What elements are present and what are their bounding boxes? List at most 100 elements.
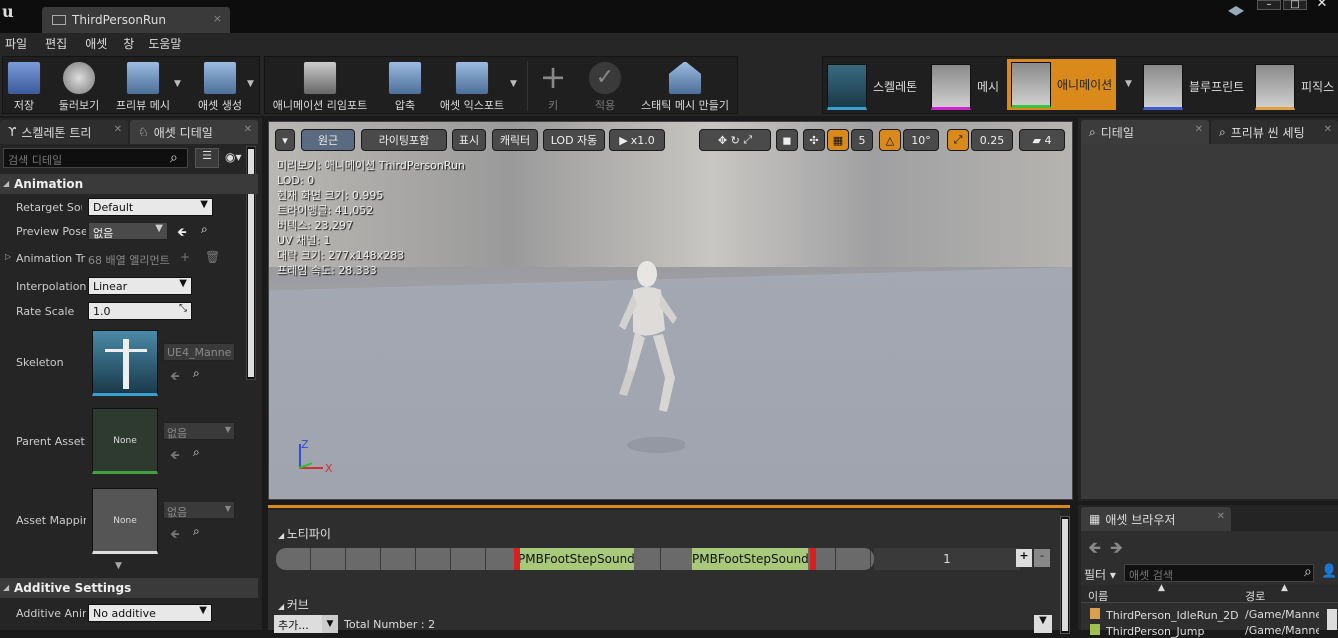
add-curve-button[interactable]: 추가... ▼ [274, 615, 338, 633]
compress-button[interactable]: 압축 [383, 57, 427, 115]
animation-mode-dropdown-icon[interactable]: ▼ [1125, 79, 1132, 89]
back-arrow-icon[interactable]: 🡸 [1088, 537, 1101, 564]
bottom-scrollbar[interactable] [1060, 516, 1070, 634]
close-asset-browser-icon[interactable]: ✕ [1217, 511, 1225, 522]
skeleton-thumbnail[interactable] [92, 330, 158, 396]
curves-dropdown-icon[interactable]: ▼ [1034, 615, 1052, 633]
surface-snap-icon[interactable]: ✣ [803, 129, 825, 151]
show-button[interactable]: 표시 [452, 129, 486, 151]
menu-help[interactable]: 도움말 [143, 35, 186, 52]
reimport-button[interactable]: 애니메이션 리임포트 [267, 57, 373, 115]
tab-details[interactable]: ⌕ 디테일 ✕ [1081, 120, 1209, 144]
close-skeleton-tree-icon[interactable]: ✕ [114, 124, 122, 135]
filter-button[interactable]: 필터 ▾ [1084, 566, 1116, 583]
browse-magnifier-icon[interactable]: ⌕ [201, 222, 208, 237]
make-static-mesh-button[interactable]: 스태틱 메시 만들기 [637, 57, 733, 115]
list-item[interactable]: ThirdPerson_Jump [1090, 624, 1204, 638]
maximize-button[interactable]: □ [1283, 0, 1307, 10]
asset-mapping-thumbnail[interactable]: None [92, 488, 158, 554]
export-dropdown-icon[interactable]: ▼ [510, 79, 517, 89]
interpolation-dropdown[interactable]: Linear ▼ [88, 277, 192, 295]
details-search-input[interactable]: 검색 디테일 [3, 148, 188, 168]
menu-window[interactable]: 창 [118, 35, 139, 52]
scale-icon[interactable]: ⤢ [743, 133, 752, 147]
create-asset-button[interactable]: 애셋 생성 [191, 57, 249, 115]
preview-viewport[interactable]: ▾ 원근 라이팅포함 표시 캐릭터 LOD 자동 ▶ x1.0 ✥ ↻ ⤢ ◼ ✣… [268, 121, 1073, 500]
view-options-icon[interactable]: ☰ [195, 148, 219, 168]
close-preview-scene-icon[interactable]: ✕ [1324, 124, 1332, 135]
minimize-button[interactable]: – [1257, 0, 1281, 10]
camera-speed-button[interactable]: ▰ 4 [1019, 129, 1065, 151]
notifies-header[interactable]: ◢ 노티파이 [278, 525, 331, 542]
browse-button[interactable]: 둘러보기 [53, 57, 105, 115]
key-button[interactable]: + 키 [535, 57, 571, 115]
mode-blueprint[interactable]: 블루프린트 [1143, 59, 1244, 114]
asset-search-input[interactable]: 애셋 검색 [1124, 564, 1314, 582]
close-asset-details-icon[interactable]: ✕ [244, 124, 252, 135]
playback-speed-button[interactable]: ▶ x1.0 [609, 129, 665, 151]
tab-skeleton-tree[interactable]: ϒ 스켈레톤 트리 ✕ [0, 120, 128, 144]
asset-search-icon[interactable]: ⌕ [1304, 564, 1312, 580]
search-icon[interactable]: ⌕ [170, 150, 178, 166]
menu-asset[interactable]: 애셋 [80, 35, 112, 52]
parent-asset-dropdown[interactable]: 없음 ▼ [163, 422, 235, 440]
notify-marker[interactable] [514, 548, 520, 570]
mode-mesh[interactable]: 메시 [931, 59, 999, 114]
mapping-use-arrow-icon[interactable]: 🡸 [170, 525, 180, 546]
preview-mesh-dropdown-icon[interactable]: ▼ [174, 79, 181, 89]
menu-file[interactable]: 파일 [0, 35, 32, 52]
user-icon[interactable]: 👤 [1321, 564, 1337, 579]
add-element-icon[interactable]: + [180, 250, 190, 264]
category-additive-settings[interactable]: ◢ Additive Settings [0, 578, 258, 598]
column-name-header[interactable]: 이름 [1088, 588, 1108, 604]
eye-icon[interactable]: ◉▾ [225, 150, 242, 164]
list-item[interactable]: ThirdPerson_IdleRun_2D [1090, 608, 1239, 622]
save-button[interactable]: 저장 [3, 57, 45, 115]
export-asset-button[interactable]: 애셋 익스포트 [435, 57, 509, 115]
move-icon[interactable]: ✥ [718, 134, 727, 147]
remove-track-button[interactable]: - [1034, 549, 1050, 567]
category-animation[interactable]: ◢ Animation [0, 174, 258, 194]
parent-use-arrow-icon[interactable]: 🡸 [170, 446, 180, 467]
close-details-icon[interactable]: ✕ [1195, 124, 1203, 135]
skeleton-browse-icon[interactable]: ⌕ [193, 366, 200, 381]
additive-type-dropdown[interactable]: No additive ▼ [88, 604, 212, 622]
expand-arrow-icon[interactable]: ▷ [5, 252, 11, 261]
transform-tools[interactable]: ✥ ↻ ⤢ [699, 129, 771, 151]
asset-list-scrollbar[interactable] [1327, 609, 1337, 630]
world-local-icon[interactable]: ◼ [776, 129, 798, 151]
forward-arrow-icon[interactable]: 🡺 [1110, 537, 1123, 564]
use-selected-arrow-icon[interactable]: 🡸 [177, 223, 187, 244]
mode-animation[interactable]: 애니메이션 [1007, 59, 1117, 110]
scale-snap-value[interactable]: 0.25 [971, 129, 1013, 151]
asset-mapping-dropdown[interactable]: 없음 ▼ [163, 501, 235, 519]
close-window-button[interactable]: ✕ [1310, 0, 1334, 10]
notify-event[interactable]: PMBFootStepSound [692, 548, 809, 570]
close-tab-icon[interactable]: × [213, 12, 222, 25]
skeleton-use-arrow-icon[interactable]: 🡸 [170, 367, 180, 388]
document-tab[interactable]: ThirdPersonRun × [42, 7, 230, 33]
notify-marker[interactable] [810, 548, 816, 570]
curves-header[interactable]: ◢ 커브 [278, 596, 309, 613]
scroll-down-arrow-icon[interactable]: ▼ [115, 561, 122, 571]
perspective-button[interactable]: 원근 [301, 129, 355, 151]
notify-event[interactable]: PMBFootStepSound [518, 548, 635, 570]
parent-asset-thumbnail[interactable]: None [92, 408, 158, 474]
menu-edit[interactable]: 편집 [40, 35, 72, 52]
grid-snap-icon[interactable]: ▦ [827, 129, 849, 151]
character-button[interactable]: 캐릭터 [492, 129, 538, 151]
preview-mesh-button[interactable]: 프리뷰 메시 [111, 57, 175, 115]
column-path-header[interactable]: 경로 [1245, 588, 1265, 604]
mapping-browse-icon[interactable]: ⌕ [193, 524, 200, 539]
graduation-cap-icon[interactable] [1228, 6, 1244, 16]
tab-asset-details[interactable]: ♘ 애셋 디테일 ✕ [130, 120, 258, 144]
scale-snap-icon[interactable]: ⤢ [947, 129, 969, 151]
viewport-options-button[interactable]: ▾ [275, 129, 295, 151]
create-asset-dropdown-icon[interactable]: ▼ [247, 79, 254, 89]
rotation-snap-value[interactable]: 10° [903, 129, 939, 151]
mode-physics[interactable]: 피직스 [1255, 59, 1334, 114]
bottom-scrollbar-thumb[interactable] [1062, 519, 1068, 631]
rate-scale-input[interactable]: 1.0 ⤡ [88, 302, 192, 320]
rotation-snap-icon[interactable]: △ [879, 129, 901, 151]
sort-icon[interactable]: ▲ [1281, 583, 1288, 593]
